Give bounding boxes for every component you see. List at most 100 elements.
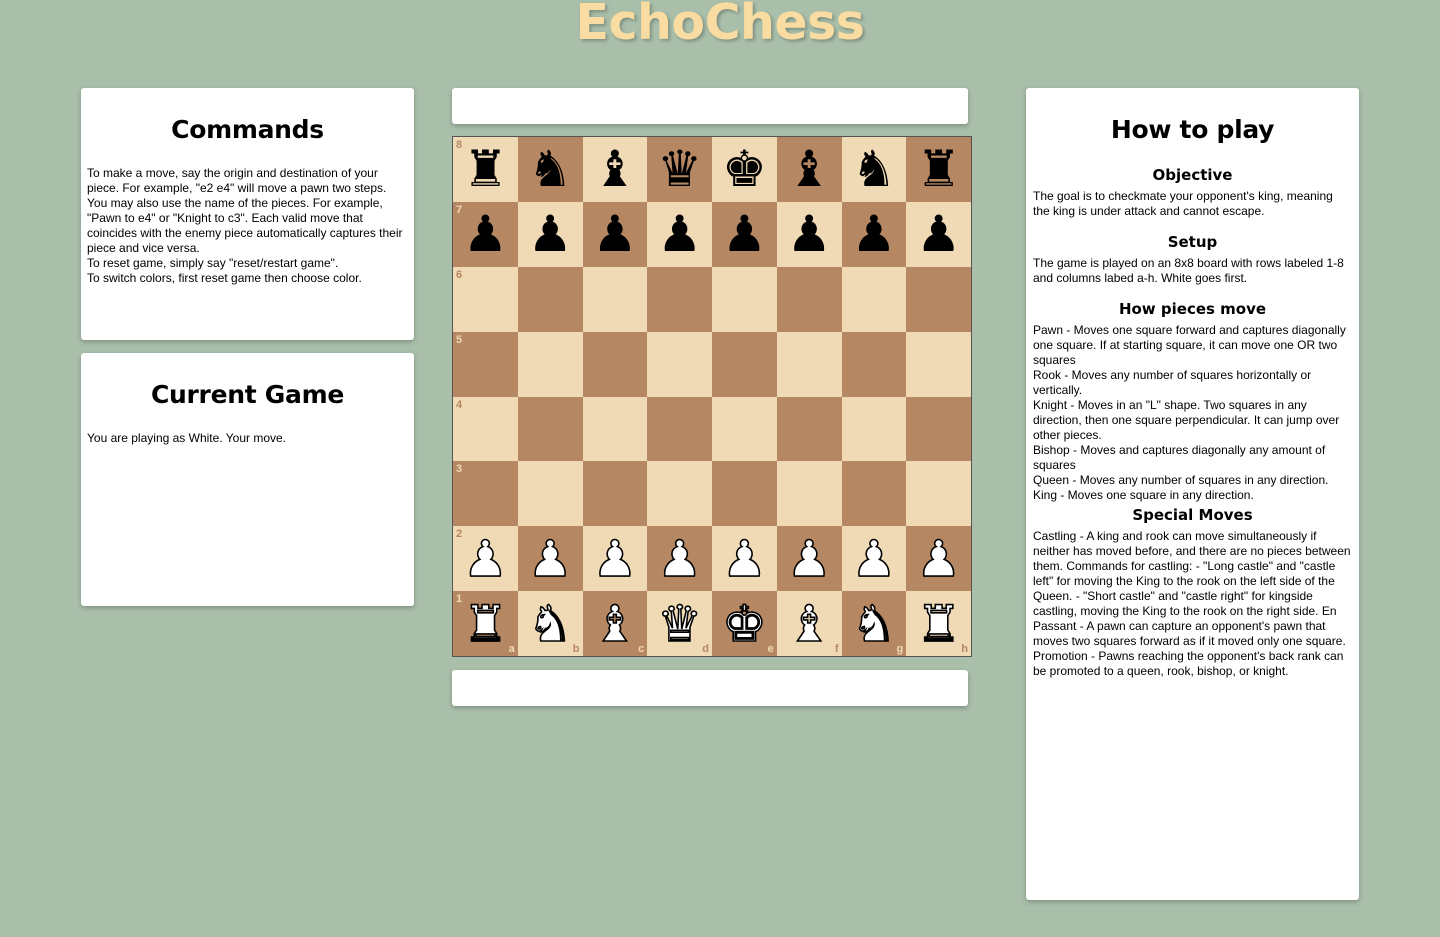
square-g7[interactable]: ♟ — [841, 201, 907, 267]
square-a6[interactable]: 6 — [453, 266, 518, 332]
square-b4[interactable] — [517, 396, 583, 462]
file-label: a — [508, 643, 515, 655]
square-f4[interactable] — [776, 396, 842, 462]
square-b5[interactable] — [517, 331, 583, 397]
square-e5[interactable] — [712, 331, 777, 397]
square-e1[interactable]: e ♚ — [712, 591, 777, 656]
square-h7[interactable]: ♟ — [906, 201, 971, 267]
square-a2[interactable]: 2 ♟ — [453, 526, 518, 592]
square-a7[interactable]: 7 ♟ — [453, 201, 518, 267]
white-knight-icon[interactable]: ♞ — [851, 598, 897, 650]
square-a3[interactable]: 3 — [453, 461, 518, 527]
chess-board[interactable]: 8 ♜ ♞ ♝ ♛ ♚ ♝ ♞ ♜ 7 ♟ ♟ ♟ ♟ ♟ ♟ ♟ ♟ 6 5 4 3 2 ♟ ♟ ♟ ♟ ♟ ♟ ♟ ♟ 1 a ♜ b ♞ c ♝ d ♛… — [452, 136, 972, 657]
black-pawn-icon[interactable]: ♟ — [592, 209, 637, 259]
square-d1[interactable]: d ♛ — [647, 591, 712, 656]
square-h1[interactable]: h ♜ — [906, 591, 971, 656]
black-knight-icon[interactable]: ♞ — [528, 144, 573, 194]
white-pawn-icon[interactable]: ♟ — [656, 533, 702, 585]
white-pawn-icon[interactable]: ♟ — [462, 533, 508, 585]
white-bishop-icon[interactable]: ♝ — [786, 598, 832, 650]
square-b1[interactable]: b ♞ — [517, 591, 583, 656]
square-a1[interactable]: 1 a ♜ — [453, 591, 518, 656]
square-g1[interactable]: g ♞ — [841, 591, 907, 656]
square-h5[interactable] — [906, 331, 971, 397]
square-d4[interactable] — [647, 396, 712, 462]
square-d2[interactable]: ♟ — [647, 526, 712, 592]
square-f6[interactable] — [776, 266, 842, 332]
black-bishop-icon[interactable]: ♝ — [592, 144, 637, 194]
square-d7[interactable]: ♟ — [647, 201, 712, 267]
square-g6[interactable] — [841, 266, 907, 332]
square-h8[interactable]: ♜ — [906, 137, 971, 202]
black-pawn-icon[interactable]: ♟ — [722, 209, 767, 259]
square-d6[interactable] — [647, 266, 712, 332]
white-pawn-icon[interactable]: ♟ — [721, 533, 767, 585]
square-d5[interactable] — [647, 331, 712, 397]
square-e6[interactable] — [712, 266, 777, 332]
rank-label: 7 — [456, 203, 463, 216]
square-g4[interactable] — [841, 396, 907, 462]
black-knight-icon[interactable]: ♞ — [851, 144, 896, 194]
square-c1[interactable]: c ♝ — [582, 591, 648, 656]
square-c6[interactable] — [582, 266, 648, 332]
square-g5[interactable] — [841, 331, 907, 397]
black-rook-icon[interactable]: ♜ — [916, 144, 961, 194]
white-pawn-icon[interactable]: ♟ — [915, 533, 961, 585]
square-c2[interactable]: ♟ — [582, 526, 648, 592]
square-b6[interactable] — [517, 266, 583, 332]
square-e4[interactable] — [712, 396, 777, 462]
white-king-icon[interactable]: ♚ — [721, 598, 767, 650]
square-e8[interactable]: ♚ — [712, 137, 777, 202]
black-pawn-icon[interactable]: ♟ — [463, 209, 508, 259]
square-f2[interactable]: ♟ — [776, 526, 842, 592]
square-g3[interactable] — [841, 461, 907, 527]
white-rook-icon[interactable]: ♜ — [462, 598, 508, 650]
black-pawn-icon[interactable]: ♟ — [528, 209, 573, 259]
app-title: EchoChess — [575, 0, 865, 51]
square-h2[interactable]: ♟ — [906, 526, 971, 592]
black-queen-icon[interactable]: ♛ — [657, 144, 702, 194]
square-b8[interactable]: ♞ — [517, 137, 583, 202]
square-f7[interactable]: ♟ — [776, 201, 842, 267]
square-c7[interactable]: ♟ — [582, 201, 648, 267]
square-e2[interactable]: ♟ — [712, 526, 777, 592]
square-h4[interactable] — [906, 396, 971, 462]
square-g2[interactable]: ♟ — [841, 526, 907, 592]
square-d8[interactable]: ♛ — [647, 137, 712, 202]
square-f8[interactable]: ♝ — [776, 137, 842, 202]
square-b7[interactable]: ♟ — [517, 201, 583, 267]
white-bishop-icon[interactable]: ♝ — [592, 598, 638, 650]
white-queen-icon[interactable]: ♛ — [656, 598, 702, 650]
square-e3[interactable] — [712, 461, 777, 527]
square-a8[interactable]: 8 ♜ — [453, 137, 518, 202]
square-b2[interactable]: ♟ — [517, 526, 583, 592]
square-f3[interactable] — [776, 461, 842, 527]
square-a4[interactable]: 4 — [453, 396, 518, 462]
square-d3[interactable] — [647, 461, 712, 527]
square-e7[interactable]: ♟ — [712, 201, 777, 267]
square-b3[interactable] — [517, 461, 583, 527]
white-knight-icon[interactable]: ♞ — [527, 598, 573, 650]
white-rook-icon[interactable]: ♜ — [915, 598, 961, 650]
black-rook-icon[interactable]: ♜ — [463, 144, 508, 194]
square-c4[interactable] — [582, 396, 648, 462]
square-c8[interactable]: ♝ — [582, 137, 648, 202]
black-pawn-icon[interactable]: ♟ — [787, 209, 832, 259]
square-c5[interactable] — [582, 331, 648, 397]
white-pawn-icon[interactable]: ♟ — [592, 533, 638, 585]
black-pawn-icon[interactable]: ♟ — [916, 209, 961, 259]
white-pawn-icon[interactable]: ♟ — [851, 533, 897, 585]
black-bishop-icon[interactable]: ♝ — [787, 144, 832, 194]
square-c3[interactable] — [582, 461, 648, 527]
square-h6[interactable] — [906, 266, 971, 332]
black-pawn-icon[interactable]: ♟ — [851, 209, 896, 259]
square-f5[interactable] — [776, 331, 842, 397]
square-f1[interactable]: f ♝ — [776, 591, 842, 656]
square-a5[interactable]: 5 — [453, 331, 518, 397]
white-pawn-icon[interactable]: ♟ — [527, 533, 573, 585]
black-king-icon[interactable]: ♚ — [722, 144, 767, 194]
black-pawn-icon[interactable]: ♟ — [657, 209, 702, 259]
square-h3[interactable] — [906, 461, 971, 527]
square-g8[interactable]: ♞ — [841, 137, 907, 202]
white-pawn-icon[interactable]: ♟ — [786, 533, 832, 585]
